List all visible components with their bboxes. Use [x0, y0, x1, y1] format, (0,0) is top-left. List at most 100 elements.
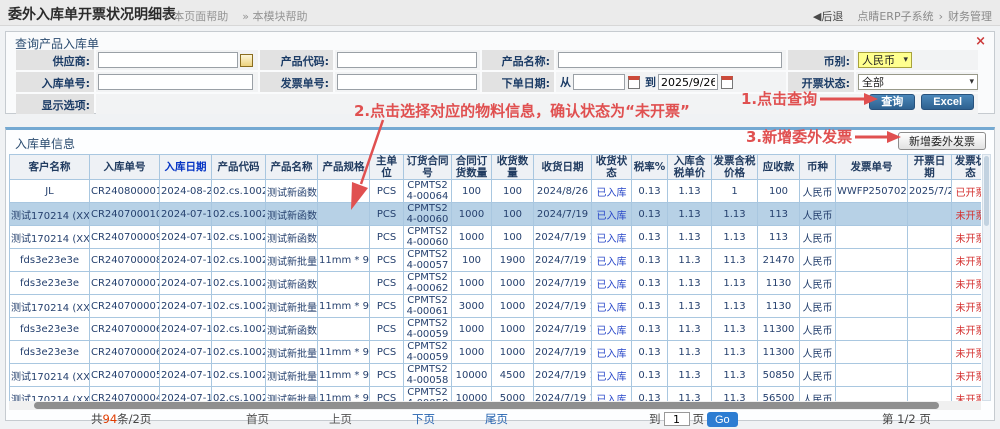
table-cell: CR240700008	[90, 249, 160, 272]
table-cell	[836, 318, 908, 341]
calendar-icon[interactable]	[628, 76, 640, 89]
table-row[interactable]: 测试170214 (XX)CR2407000072024-07-1902.cs.…	[10, 295, 982, 318]
table-cell: 02.cs.100246	[212, 341, 266, 364]
column-header: 合同订货数量	[452, 155, 492, 180]
receipt-table: 客户名称入库单号入库日期产品代码产品名称产品规格主单位订货合同号合同订货数量收货…	[9, 154, 981, 401]
goto-page-input[interactable]	[664, 412, 690, 426]
table-cell: 人民币	[800, 364, 836, 387]
table-cell: 未开票	[952, 341, 982, 364]
table-cell: CR240700006	[90, 318, 160, 341]
prev-page-link[interactable]: 上页	[329, 411, 352, 427]
product-name-input[interactable]	[558, 52, 782, 68]
horizontal-scrollbar[interactable]	[9, 401, 981, 410]
table-cell: 1000	[452, 341, 492, 364]
invoice-no-input[interactable]	[337, 74, 477, 90]
breadcrumb-separator: ›	[939, 10, 943, 23]
invoice-status-select[interactable]: 全部▾	[858, 74, 978, 90]
page-help-link[interactable]: » 本页面帮助	[163, 10, 228, 23]
table-cell: PCS	[370, 318, 404, 341]
table-cell: 11300	[758, 318, 800, 341]
go-button[interactable]: Go	[707, 412, 738, 427]
table-cell: 2024/7/19 10:	[534, 364, 592, 387]
calendar-icon[interactable]	[721, 76, 733, 89]
next-page-link[interactable]: 下页	[412, 411, 435, 427]
arrow-down-left-icon	[335, 118, 390, 214]
table-cell: CR240700006	[90, 341, 160, 364]
excel-button[interactable]: Excel	[921, 94, 974, 110]
vertical-scrollbar-thumb[interactable]	[984, 156, 989, 226]
supplier-input[interactable]	[98, 52, 238, 68]
table-cell	[318, 226, 370, 249]
close-icon[interactable]: ×	[975, 34, 986, 49]
table-row[interactable]: 测试170214 (XX)CR2407000092024-07-1902.cs.…	[10, 226, 982, 249]
date-to-input[interactable]	[658, 74, 718, 90]
breadcrumb-module[interactable]: 财务管理	[948, 10, 992, 23]
table-cell: 11.3	[668, 364, 712, 387]
display-option-label: 显示选项:	[16, 94, 94, 114]
table-cell: 1.13	[668, 180, 712, 203]
receipt-no-input[interactable]	[98, 74, 253, 90]
vertical-scrollbar[interactable]	[982, 154, 991, 401]
table-cell: PCS	[370, 295, 404, 318]
module-help-link[interactable]: » 本模块帮助	[242, 10, 307, 23]
table-row[interactable]: fds3e23e3eCR2407000062024-07-1902.cs.100…	[10, 318, 982, 341]
table-row[interactable]: fds3e23e3eCR2407000072024-07-1902.cs.100…	[10, 272, 982, 295]
horizontal-scrollbar-thumb[interactable]	[34, 402, 939, 409]
table-cell: 已入库	[592, 295, 632, 318]
table-cell: 02.cs.100241	[212, 180, 266, 203]
supplier-lookup-icon[interactable]	[240, 54, 253, 67]
table-cell: 02.cs.100246	[212, 387, 266, 401]
table-row[interactable]: 测试170214 (XX)CR2407000052024-07-1902.cs.…	[10, 364, 982, 387]
column-header[interactable]: 入库日期	[160, 155, 212, 180]
table-row[interactable]: fds3e23e3eCR2407000062024-07-1902.cs.100…	[10, 341, 982, 364]
table-cell: 1.13	[712, 226, 758, 249]
table-cell: 1	[712, 180, 758, 203]
table-row[interactable]: 测试170214 (XX)CR2407000102024-07-1902.cs.…	[10, 203, 982, 226]
table-row[interactable]: fds3e23e3eCR2407000082024-07-1902.cs.100…	[10, 249, 982, 272]
table-cell	[908, 341, 952, 364]
table-cell	[908, 295, 952, 318]
table-cell: 11.3	[712, 387, 758, 401]
breadcrumb-system[interactable]: 点睛ERP子系统	[857, 10, 933, 23]
table-cell: 02.cs.100241	[212, 203, 266, 226]
table-cell: 1000	[492, 272, 534, 295]
table-cell	[318, 272, 370, 295]
table-cell: 2024-07-19	[160, 318, 212, 341]
table-cell: CPMTS24-00060	[404, 203, 452, 226]
product-name-label: 产品名称:	[482, 50, 554, 70]
table-cell: 21470	[758, 249, 800, 272]
column-header: 应收款	[758, 155, 800, 180]
column-header: 客户名称	[10, 155, 90, 180]
back-button[interactable]: ◀后退	[813, 10, 843, 23]
table-cell: 已入库	[592, 226, 632, 249]
table-cell: 0.13	[632, 295, 668, 318]
table-cell: 02.cs.100241	[212, 318, 266, 341]
table-cell: CR240700009	[90, 226, 160, 249]
table-cell: 0.13	[632, 249, 668, 272]
table-cell: 1130	[758, 295, 800, 318]
table-cell	[836, 249, 908, 272]
first-page-link[interactable]: 首页	[246, 411, 269, 427]
currency-select[interactable]: 人民币▾	[858, 52, 912, 68]
table-cell: 0.13	[632, 387, 668, 401]
date-from-input[interactable]	[573, 74, 625, 90]
product-code-input[interactable]	[337, 52, 477, 68]
add-outsourcing-invoice-button[interactable]: 新增委外发票	[898, 132, 986, 150]
table-cell: 11.3	[712, 364, 758, 387]
table-cell: CR240700007	[90, 295, 160, 318]
table-cell	[836, 272, 908, 295]
help-links: » 本页面帮助 » 本模块帮助	[163, 8, 321, 24]
table-row[interactable]: 测试170214 (XX)CR2407000042024-07-1902.cs.…	[10, 387, 982, 401]
last-page-link[interactable]: 尾页	[485, 411, 508, 427]
table-cell: 已入库	[592, 341, 632, 364]
top-bar: 委外入库单开票状况明细表 » 本页面帮助» 本模块帮助 ◀后退点睛ERP子系统›…	[0, 0, 1000, 26]
table-cell: 11mm * 95m	[318, 249, 370, 272]
table-cell: 5000	[492, 387, 534, 401]
table-cell: JL	[10, 180, 90, 203]
table-cell: 4500	[492, 364, 534, 387]
table-cell: 1000	[492, 295, 534, 318]
table-row[interactable]: JLCR2408000012024-08-2602.cs.100241测试新函数…	[10, 180, 982, 203]
annotation-step2: 2.点击选择对应的物料信息，确认状态为“未开票”	[354, 100, 690, 121]
table-cell: 11.3	[668, 341, 712, 364]
table-cell	[836, 295, 908, 318]
